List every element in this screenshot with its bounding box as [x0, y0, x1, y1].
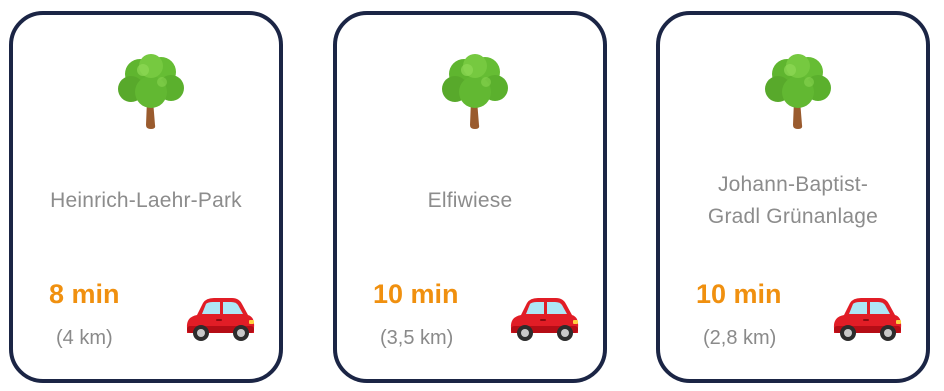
park-name: Heinrich-Laehr-Park [50, 189, 242, 212]
tree-icon [116, 52, 186, 132]
car-icon [507, 294, 581, 344]
park-name: Elfiwiese [427, 189, 513, 212]
travel-time: 8 min [49, 279, 120, 309]
car-icon [830, 294, 904, 344]
travel-distance: (3,5 km) [380, 327, 454, 349]
travel-time: 10 min [373, 279, 459, 309]
park-name-line-2: Gradl Grünanlage [707, 205, 879, 228]
tree-icon [763, 52, 833, 132]
travel-distance: (2,8 km) [703, 327, 777, 349]
park-card[interactable]: Elfiwiese 10 min (3,5 km) [333, 11, 607, 383]
travel-time: 10 min [696, 279, 782, 309]
car-icon [183, 294, 257, 344]
park-name: Johann-Baptist- Gradl Grünanlage [670, 169, 916, 233]
park-card[interactable]: Johann-Baptist- Gradl Grünanlage 10 min … [656, 11, 930, 383]
tree-icon [440, 52, 510, 132]
park-card[interactable]: Heinrich-Laehr-Park 8 min (4 km) [9, 11, 283, 383]
park-name-line-1: Johann-Baptist- [717, 173, 869, 196]
travel-distance: (4 km) [56, 327, 113, 349]
